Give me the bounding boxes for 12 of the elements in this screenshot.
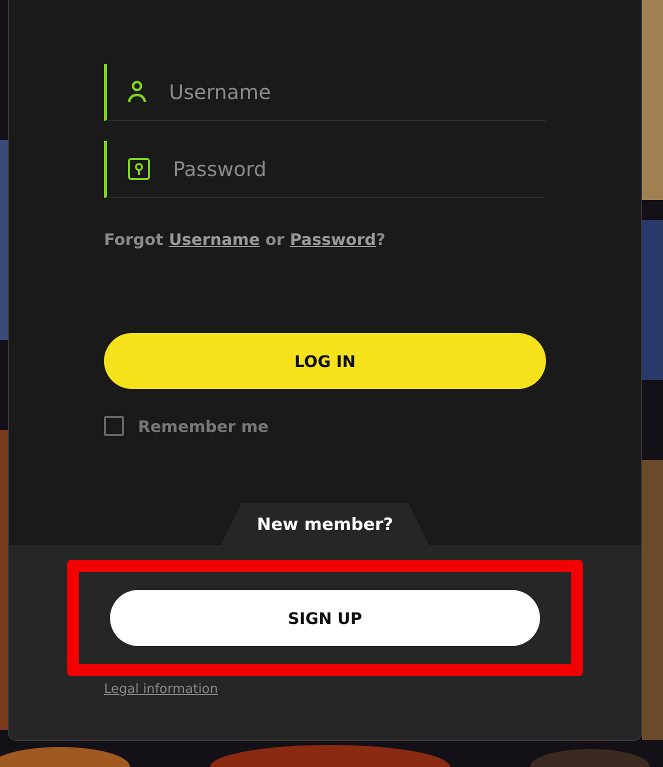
username-link[interactable]: Username	[168, 230, 260, 249]
legal-link[interactable]: Legal information	[104, 682, 218, 697]
forgot-text: Forgot Username or Password?	[104, 230, 386, 249]
username-field[interactable]: Username	[167, 79, 546, 105]
login-button[interactable]: LOG IN	[104, 333, 546, 389]
password-field[interactable]: Password	[171, 156, 546, 182]
remember-checkbox[interactable]	[104, 416, 124, 436]
lock-icon	[127, 157, 151, 181]
signup-button[interactable]: SIGN UP	[110, 590, 540, 646]
user-icon	[127, 80, 147, 104]
remember-label: Remember me	[138, 416, 269, 436]
password-link[interactable]: Password	[290, 230, 376, 249]
